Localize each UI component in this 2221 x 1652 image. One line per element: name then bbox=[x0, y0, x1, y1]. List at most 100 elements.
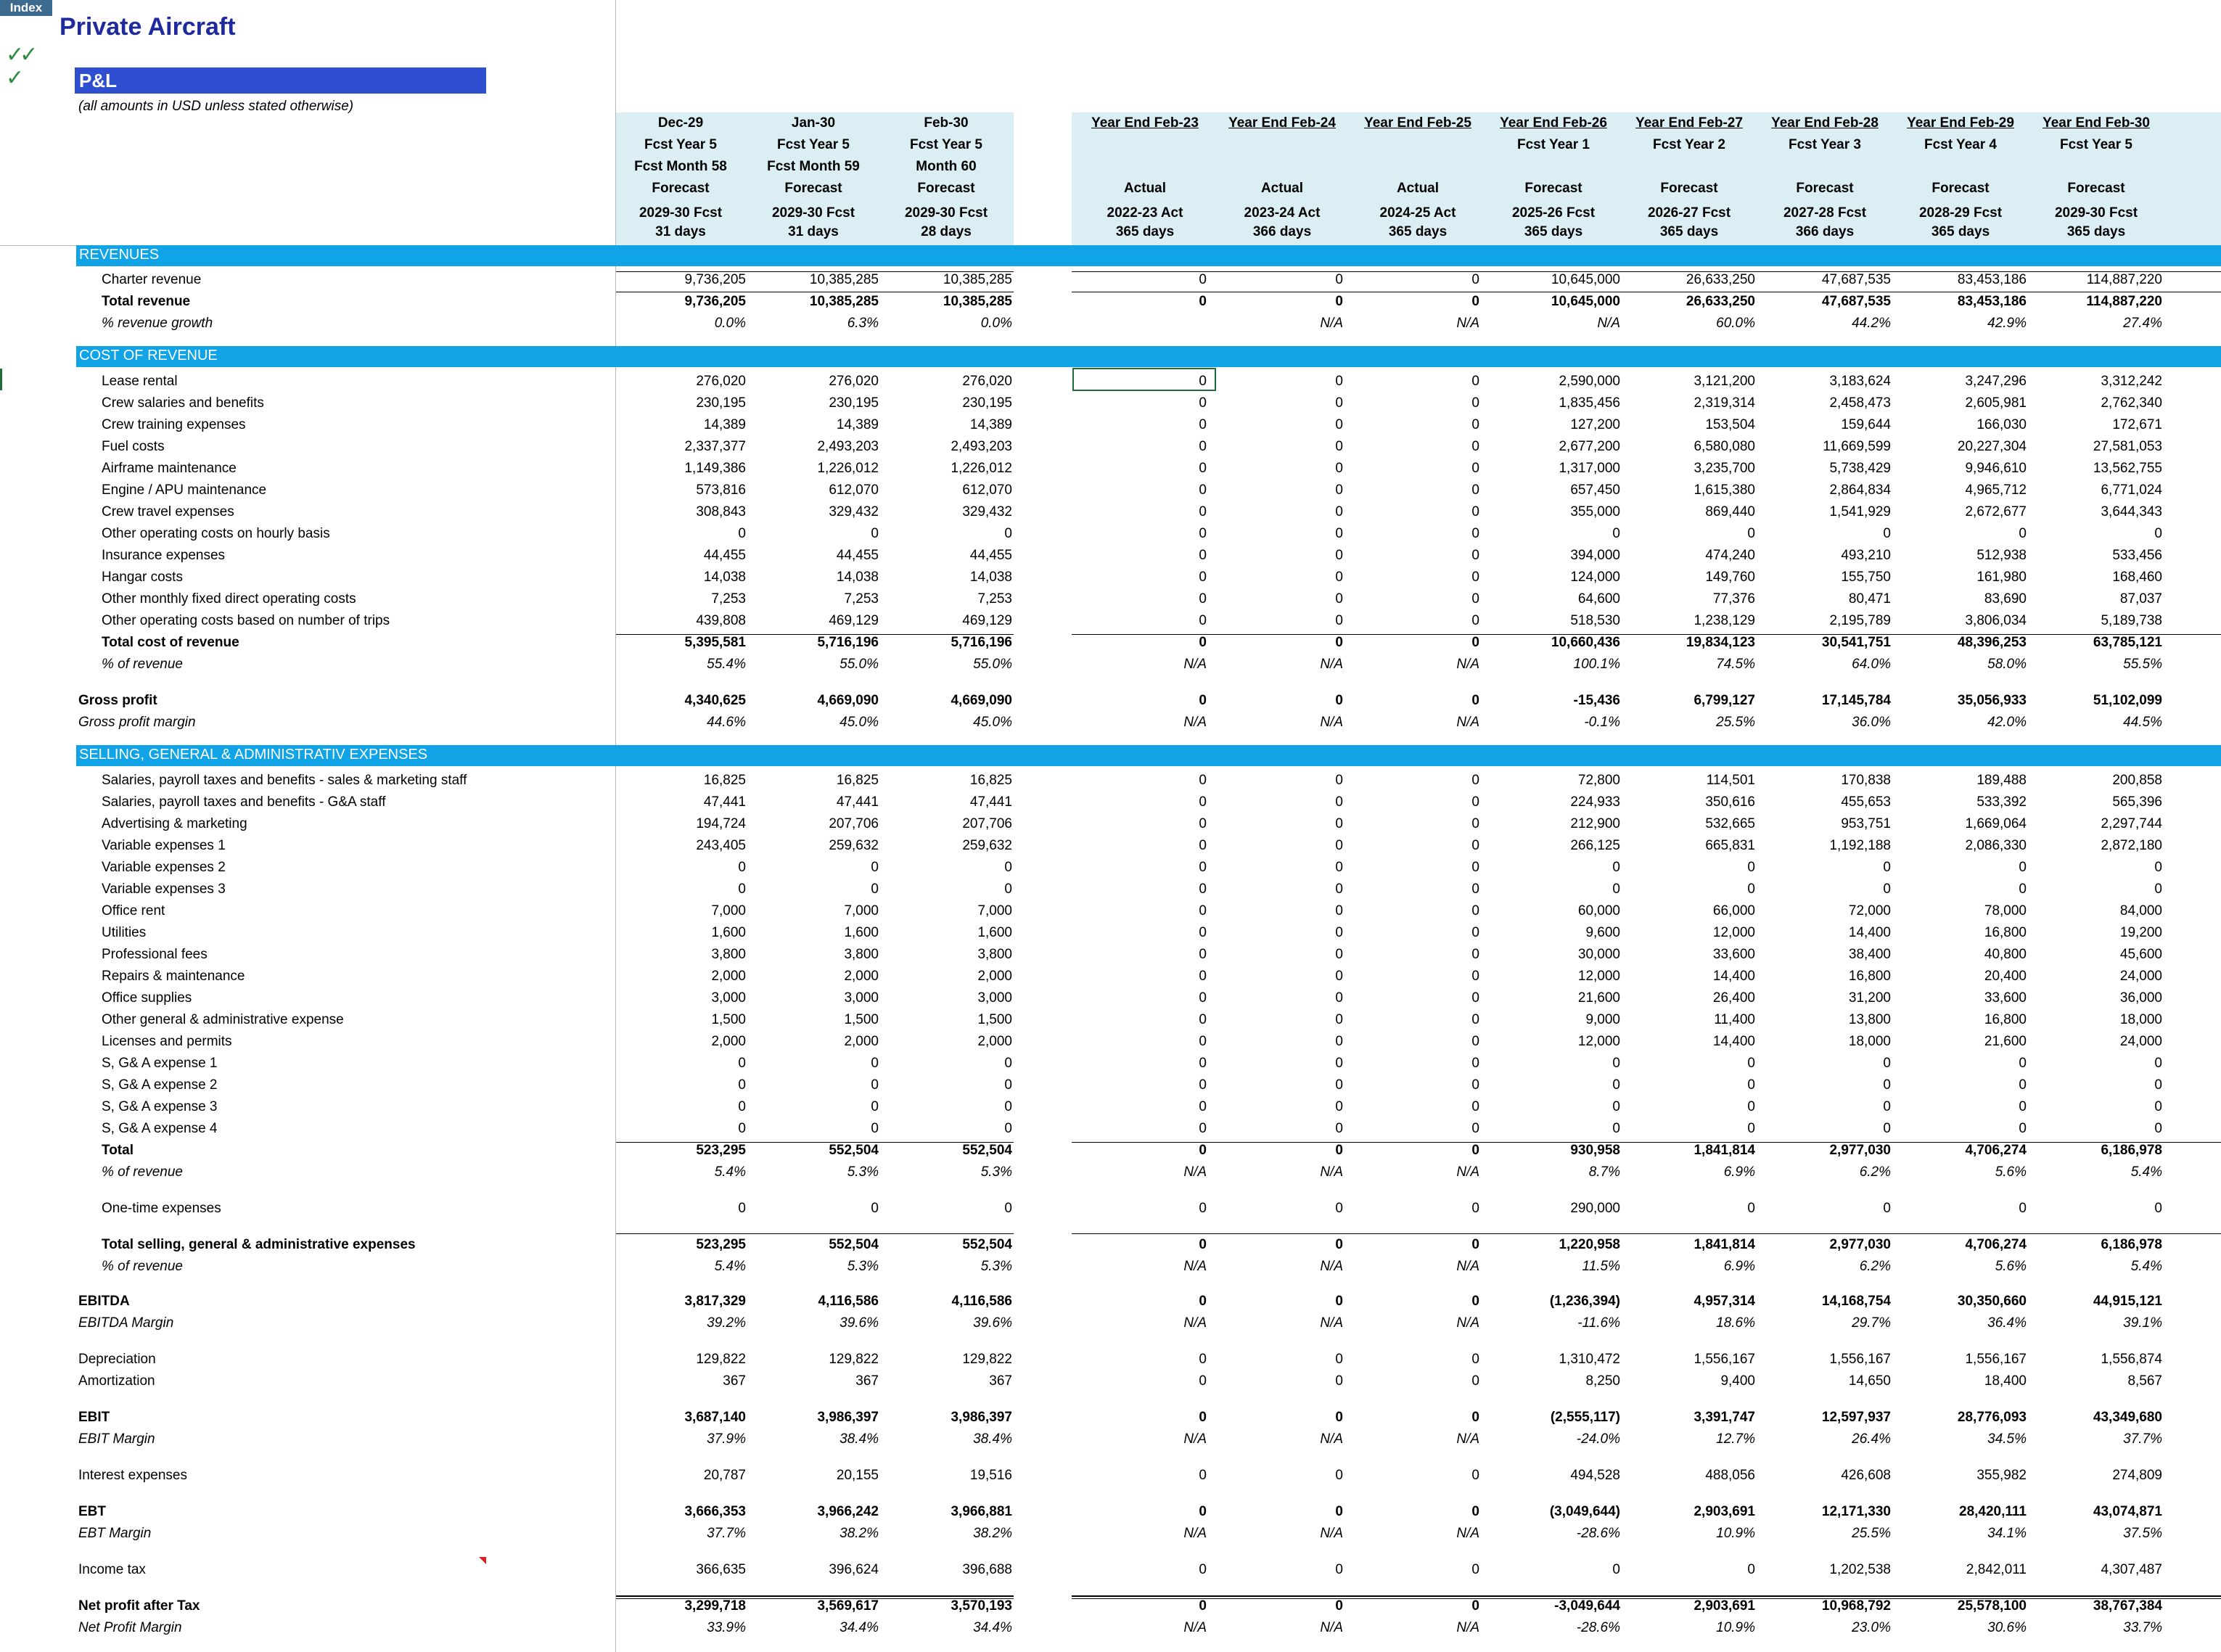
table-cell[interactable]: 10,645,000 bbox=[1490, 272, 1620, 288]
table-cell[interactable]: 5.3% bbox=[882, 1259, 1012, 1275]
table-cell[interactable]: 573,816 bbox=[615, 482, 746, 498]
table-cell[interactable]: N/A bbox=[1349, 1526, 1479, 1542]
table-cell[interactable]: 1,500 bbox=[882, 1012, 1012, 1028]
table-cell[interactable]: 0 bbox=[1212, 816, 1343, 832]
table-cell[interactable]: 0 bbox=[1212, 294, 1343, 310]
table-cell[interactable]: 84,000 bbox=[2032, 903, 2162, 919]
table-cell[interactable]: 1,600 bbox=[882, 925, 1012, 941]
table-cell[interactable]: 55.5% bbox=[2032, 657, 2162, 673]
table-cell[interactable]: 37.5% bbox=[2032, 1526, 2162, 1542]
table-cell[interactable]: 2,000 bbox=[748, 969, 879, 985]
table-cell[interactable]: -15,436 bbox=[1490, 693, 1620, 709]
table-cell[interactable]: 0 bbox=[748, 1056, 879, 1072]
table-cell[interactable]: 0 bbox=[1076, 1504, 1207, 1520]
table-cell[interactable]: 26,633,250 bbox=[1625, 272, 1755, 288]
table-cell[interactable]: 2,672,677 bbox=[1896, 504, 2027, 520]
table-cell[interactable]: N/A bbox=[1490, 316, 1620, 332]
table-cell[interactable]: 16,800 bbox=[1896, 1012, 2027, 1028]
table-cell[interactable]: 3,806,034 bbox=[1896, 613, 2027, 629]
table-cell[interactable]: 11.5% bbox=[1490, 1259, 1620, 1275]
table-cell[interactable]: 0 bbox=[1349, 1373, 1479, 1389]
table-cell[interactable]: 0 bbox=[1490, 1099, 1620, 1115]
table-cell[interactable]: 0 bbox=[1896, 1099, 2027, 1115]
table-cell[interactable]: 168,460 bbox=[2032, 570, 2162, 585]
table-cell[interactable]: 2,000 bbox=[615, 969, 746, 985]
table-cell[interactable]: N/A bbox=[1212, 1526, 1343, 1542]
table-cell[interactable]: 259,632 bbox=[882, 838, 1012, 854]
table-cell[interactable]: 2,493,203 bbox=[882, 439, 1012, 455]
table-cell[interactable]: 0 bbox=[1349, 1237, 1479, 1253]
table-cell[interactable]: N/A bbox=[1212, 1164, 1343, 1180]
table-cell[interactable]: 2,086,330 bbox=[1896, 838, 2027, 854]
table-cell[interactable]: 33,600 bbox=[1625, 947, 1755, 963]
table-cell[interactable]: 14,400 bbox=[1625, 1034, 1755, 1050]
table-cell[interactable]: 523,295 bbox=[615, 1237, 746, 1253]
table-cell[interactable]: 3,299,718 bbox=[615, 1598, 746, 1614]
table-cell[interactable]: N/A bbox=[1349, 657, 1479, 673]
table-cell[interactable]: 0 bbox=[2032, 1077, 2162, 1093]
table-cell[interactable]: 230,195 bbox=[615, 395, 746, 411]
table-cell[interactable]: 33,600 bbox=[1896, 990, 2027, 1006]
table-cell[interactable]: 5,189,738 bbox=[2032, 613, 2162, 629]
table-cell[interactable]: 24,000 bbox=[2032, 969, 2162, 985]
table-cell[interactable]: 4,307,487 bbox=[2032, 1562, 2162, 1578]
table-cell[interactable]: 0 bbox=[1212, 838, 1343, 854]
table-cell[interactable]: 9,736,205 bbox=[615, 294, 746, 310]
table-cell[interactable]: 0 bbox=[1349, 794, 1479, 810]
table-cell[interactable]: 1,556,167 bbox=[1896, 1352, 2027, 1368]
table-cell[interactable]: 7,000 bbox=[882, 903, 1012, 919]
table-cell[interactable]: 48,396,253 bbox=[1896, 635, 2027, 651]
table-cell[interactable]: 34.4% bbox=[748, 1620, 879, 1636]
table-cell[interactable]: 0 bbox=[1349, 1598, 1479, 1614]
table-cell[interactable]: 155,750 bbox=[1760, 570, 1891, 585]
table-cell[interactable]: 0 bbox=[1212, 882, 1343, 897]
table-cell[interactable]: 45.0% bbox=[882, 715, 1012, 731]
table-cell[interactable]: 493,210 bbox=[1760, 548, 1891, 564]
table-cell[interactable]: 14,389 bbox=[748, 417, 879, 433]
table-cell[interactable]: 0 bbox=[2032, 882, 2162, 897]
table-cell[interactable]: 329,432 bbox=[748, 504, 879, 520]
table-cell[interactable]: 0 bbox=[1212, 504, 1343, 520]
table-cell[interactable]: 0 bbox=[2032, 1056, 2162, 1072]
table-cell[interactable]: 166,030 bbox=[1896, 417, 2027, 433]
table-cell[interactable]: 37.7% bbox=[615, 1526, 746, 1542]
table-cell[interactable]: 367 bbox=[748, 1373, 879, 1389]
table-cell[interactable]: 3,966,242 bbox=[748, 1504, 879, 1520]
table-cell[interactable]: 18,400 bbox=[1896, 1373, 2027, 1389]
table-cell[interactable]: 0 bbox=[1212, 1077, 1343, 1093]
table-cell[interactable]: 0 bbox=[1760, 860, 1891, 876]
table-cell[interactable]: 0 bbox=[1076, 591, 1207, 607]
table-cell[interactable]: 0 bbox=[1076, 1294, 1207, 1310]
table-cell[interactable]: 9,736,205 bbox=[615, 272, 746, 288]
table-cell[interactable]: 45.0% bbox=[748, 715, 879, 731]
table-cell[interactable]: (1,236,394) bbox=[1490, 1294, 1620, 1310]
table-cell[interactable]: 355,000 bbox=[1490, 504, 1620, 520]
table-cell[interactable]: 1,500 bbox=[615, 1012, 746, 1028]
table-cell[interactable]: 0 bbox=[1076, 838, 1207, 854]
table-cell[interactable]: 3,986,397 bbox=[882, 1410, 1012, 1426]
table-cell[interactable]: 0 bbox=[1349, 635, 1479, 651]
table-cell[interactable]: 0 bbox=[1349, 1352, 1479, 1368]
table-cell[interactable]: 6,580,080 bbox=[1625, 439, 1755, 455]
table-cell[interactable]: 3,687,140 bbox=[615, 1410, 746, 1426]
table-cell[interactable]: 0 bbox=[1625, 1121, 1755, 1137]
table-cell[interactable]: 27,581,053 bbox=[2032, 439, 2162, 455]
table-cell[interactable]: 45,600 bbox=[2032, 947, 2162, 963]
table-cell[interactable]: 0 bbox=[1212, 1056, 1343, 1072]
table-cell[interactable]: 0 bbox=[1349, 693, 1479, 709]
table-cell[interactable]: 7,253 bbox=[882, 591, 1012, 607]
table-cell[interactable]: 0 bbox=[1076, 1468, 1207, 1484]
table-cell[interactable]: -3,049,644 bbox=[1490, 1598, 1620, 1614]
table-cell[interactable]: N/A bbox=[1076, 1315, 1207, 1331]
table-cell[interactable]: 0 bbox=[1625, 1201, 1755, 1217]
table-cell[interactable]: 18,000 bbox=[1760, 1034, 1891, 1050]
table-cell[interactable]: 3,247,296 bbox=[1896, 374, 2027, 390]
table-cell[interactable]: 212,900 bbox=[1490, 816, 1620, 832]
table-cell[interactable]: N/A bbox=[1349, 1431, 1479, 1447]
table-cell[interactable]: 0 bbox=[1349, 461, 1479, 477]
table-cell[interactable]: N/A bbox=[1212, 316, 1343, 332]
table-cell[interactable]: 3,569,617 bbox=[748, 1598, 879, 1614]
table-cell[interactable]: 0 bbox=[1212, 693, 1343, 709]
table-cell[interactable]: 14,168,754 bbox=[1760, 1294, 1891, 1310]
table-cell[interactable]: 0 bbox=[1076, 395, 1207, 411]
